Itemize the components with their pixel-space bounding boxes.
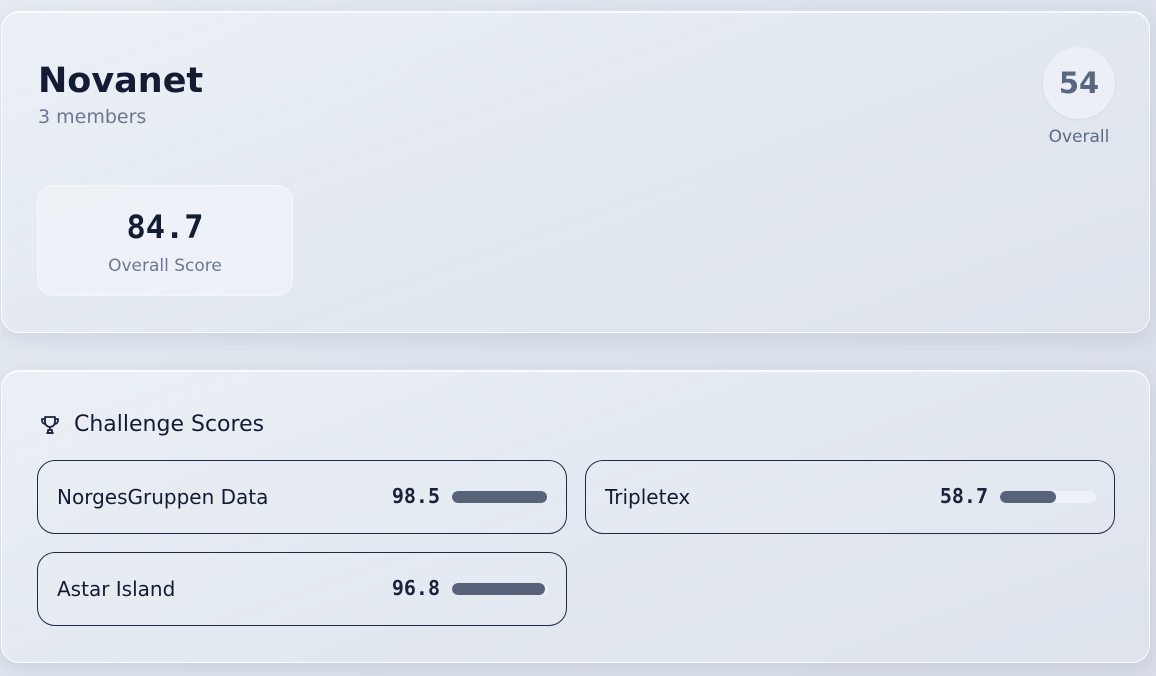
challenge-scores-title: Challenge Scores xyxy=(74,412,265,437)
trophy-icon xyxy=(41,416,59,434)
challenge-scores-card: Challenge Scores NorgesGruppen Data 98.5… xyxy=(1,370,1150,663)
overall-rank-badge: 54 xyxy=(1043,47,1115,119)
challenge-progress-fill xyxy=(452,583,545,595)
challenge-progress-track xyxy=(452,491,548,503)
challenge-name: Tripletex xyxy=(605,485,691,509)
challenge-name: NorgesGruppen Data xyxy=(57,485,269,509)
challenge-score: 96.8 xyxy=(391,576,440,600)
overall-rank-label: Overall xyxy=(1048,127,1110,147)
challenge-name: Astar Island xyxy=(57,577,176,601)
team-summary-card: Novanet 3 members 54 Overall 84.7 Overal… xyxy=(1,11,1150,333)
challenge-score: 98.5 xyxy=(391,484,440,508)
challenge-progress-track xyxy=(452,583,548,595)
overall-score-value: 84.7 xyxy=(126,208,204,246)
team-name: Novanet xyxy=(38,61,204,101)
challenge-scores-header: Challenge Scores xyxy=(38,413,264,437)
challenge-item-norgesgruppen[interactable]: NorgesGruppen Data 98.5 xyxy=(37,460,567,534)
team-member-count: 3 members xyxy=(38,106,147,128)
challenge-progress-fill xyxy=(452,491,547,503)
challenge-score: 58.7 xyxy=(939,484,988,508)
overall-score-label: Overall Score xyxy=(108,256,222,276)
challenge-progress-fill xyxy=(1000,491,1057,503)
overall-score-box: 84.7 Overall Score xyxy=(37,185,293,296)
challenge-progress-track xyxy=(1000,491,1096,503)
challenge-item-astar-island[interactable]: Astar Island 96.8 xyxy=(37,552,567,626)
challenge-item-tripletex[interactable]: Tripletex 58.7 xyxy=(585,460,1115,534)
